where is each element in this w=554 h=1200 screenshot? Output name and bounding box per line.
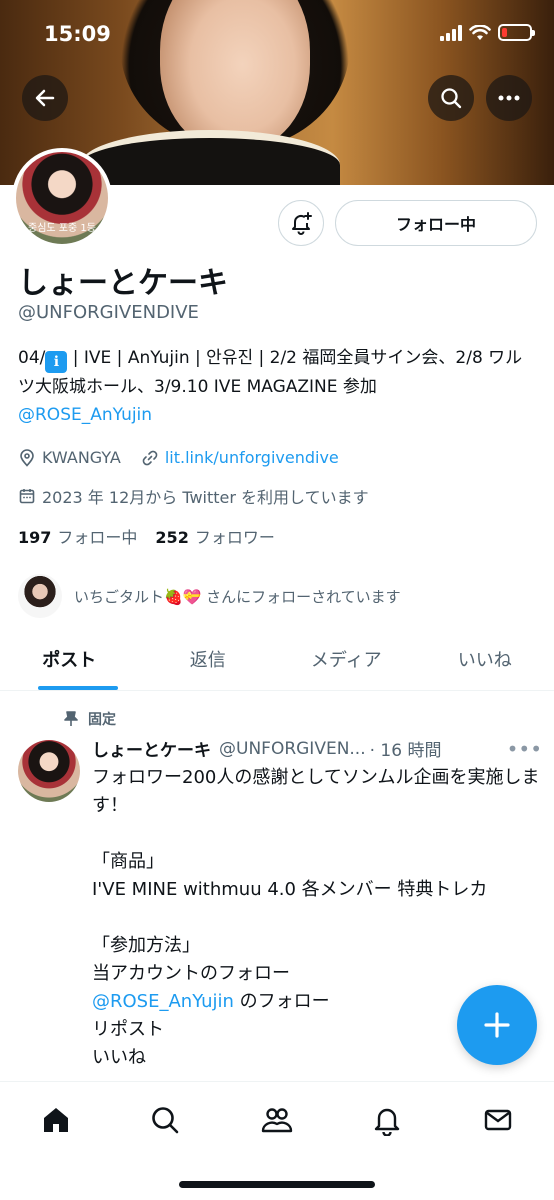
plus-icon <box>484 1012 510 1038</box>
battery-icon <box>498 24 535 41</box>
active-tab-indicator <box>38 686 118 690</box>
bio-mention-link[interactable]: @ROSE_AnYujin <box>18 405 152 425</box>
profile-bio: 04/ℹ | IVE | AnYujin | 안유진 | 2/2 福岡全員サイン… <box>18 344 538 429</box>
following-stat[interactable]: 197 フォロー中 <box>18 524 137 548</box>
banner-shirt <box>80 130 340 185</box>
location-text: KWANGYA <box>42 448 121 467</box>
post-header: しょーとケーキ @UNFORGIVEN... · 16 時間 ••• <box>92 736 542 762</box>
nav-home[interactable] <box>36 1100 76 1140</box>
status-icons <box>440 24 535 41</box>
communities-icon <box>261 1108 293 1133</box>
home-icon <box>44 1108 68 1132</box>
search-button[interactable] <box>428 75 474 121</box>
joined-row: 2023 年 12月から Twitter を利用しています <box>18 484 369 508</box>
tab-media[interactable]: メディア <box>277 628 416 690</box>
profile-name: しょーとケーキ <box>18 266 228 301</box>
location-pin-icon <box>20 448 34 467</box>
person-emoji-icon: ℹ <box>45 351 68 373</box>
profile-avatar[interactable]: 중심도 포중 1등 <box>12 148 112 248</box>
tab-label: 返信 <box>189 650 226 671</box>
notifications-icon <box>374 1108 400 1136</box>
arrow-left-icon <box>35 89 55 107</box>
followers-count: 252 <box>155 528 189 547</box>
nav-notifications[interactable] <box>367 1100 407 1140</box>
pinned-label-row: 固定 <box>64 709 116 729</box>
follower-avatar <box>18 574 62 618</box>
search-icon <box>152 1107 179 1134</box>
home-indicator <box>179 1181 375 1188</box>
post-mention-link[interactable]: @ROSE_AnYujin <box>92 991 234 1012</box>
followed-by-row[interactable]: いちごタルト🍓💝 さんにフォローされています <box>18 574 401 618</box>
compose-button[interactable] <box>457 985 537 1065</box>
more-button[interactable] <box>486 75 532 121</box>
post-text-1: フォロワー200人の感謝としてソンムル企画を実施します！ 「商品」 I'VE M… <box>92 767 540 984</box>
calendar-icon <box>19 489 35 504</box>
profile-meta-row: KWANGYA lit.link/unforgivendive <box>18 448 339 467</box>
wifi-icon <box>469 24 491 40</box>
more-icon <box>498 95 520 101</box>
notify-button[interactable] <box>278 200 324 246</box>
tab-posts[interactable]: ポスト <box>0 628 139 690</box>
pin-icon <box>64 711 78 726</box>
tab-replies[interactable]: 返信 <box>139 628 278 690</box>
messages-icon <box>484 1109 512 1131</box>
back-button[interactable] <box>22 75 68 121</box>
following-button[interactable]: フォロー中 <box>335 200 537 246</box>
post-more-icon[interactable]: ••• <box>507 737 542 761</box>
post-text-2: リポスト いいね <box>92 1019 164 1068</box>
status-time: 15:09 <box>44 22 111 46</box>
tab-label: メディア <box>310 650 382 671</box>
link-icon <box>142 450 158 465</box>
avatar-caption: 중심도 포중 1등 <box>28 223 96 234</box>
tab-label: ポスト <box>42 650 97 671</box>
nav-search[interactable] <box>145 1100 185 1140</box>
nav-communities[interactable] <box>257 1100 297 1140</box>
post-author-handle[interactable]: @UNFORGIVEN... <box>219 739 366 759</box>
joined-text: 2023 年 12月から Twitter を利用しています <box>42 488 369 507</box>
search-icon <box>441 88 462 109</box>
pinned-label: 固定 <box>88 712 116 728</box>
post-avatar[interactable] <box>18 740 80 802</box>
post-mention-suffix: のフォロー <box>233 991 330 1012</box>
following-count: 197 <box>18 528 52 547</box>
tab-likes[interactable]: いいね <box>416 628 554 690</box>
nav-messages[interactable] <box>478 1100 518 1140</box>
profile-handle: @UNFORGIVENDIVE <box>18 302 199 323</box>
followers-label: フォロワー <box>194 528 275 547</box>
profile-tabs: ポスト 返信 メディア いいね <box>0 628 554 691</box>
bell-plus-icon <box>292 212 312 235</box>
follow-stats: 197 フォロー中 252 フォロワー <box>18 524 275 548</box>
tab-label: いいね <box>457 650 512 671</box>
banner-face <box>160 0 310 150</box>
post-time: · 16 時間 <box>369 741 442 761</box>
following-label: フォロー中 <box>57 528 138 547</box>
followers-stat[interactable]: 252 フォロワー <box>155 524 274 548</box>
signal-icon <box>440 24 462 41</box>
post-author-name[interactable]: しょーとケーキ <box>92 736 211 761</box>
followed-by-text: いちごタルト🍓💝 さんにフォローされています <box>74 587 401 606</box>
bio-text: | IVE | AnYujin | 안유진 | 2/2 福岡全員サイン会、2/8… <box>18 348 523 397</box>
bio-prefix: 04/ <box>18 348 46 368</box>
website-link[interactable]: lit.link/unforgivendive <box>165 448 339 467</box>
